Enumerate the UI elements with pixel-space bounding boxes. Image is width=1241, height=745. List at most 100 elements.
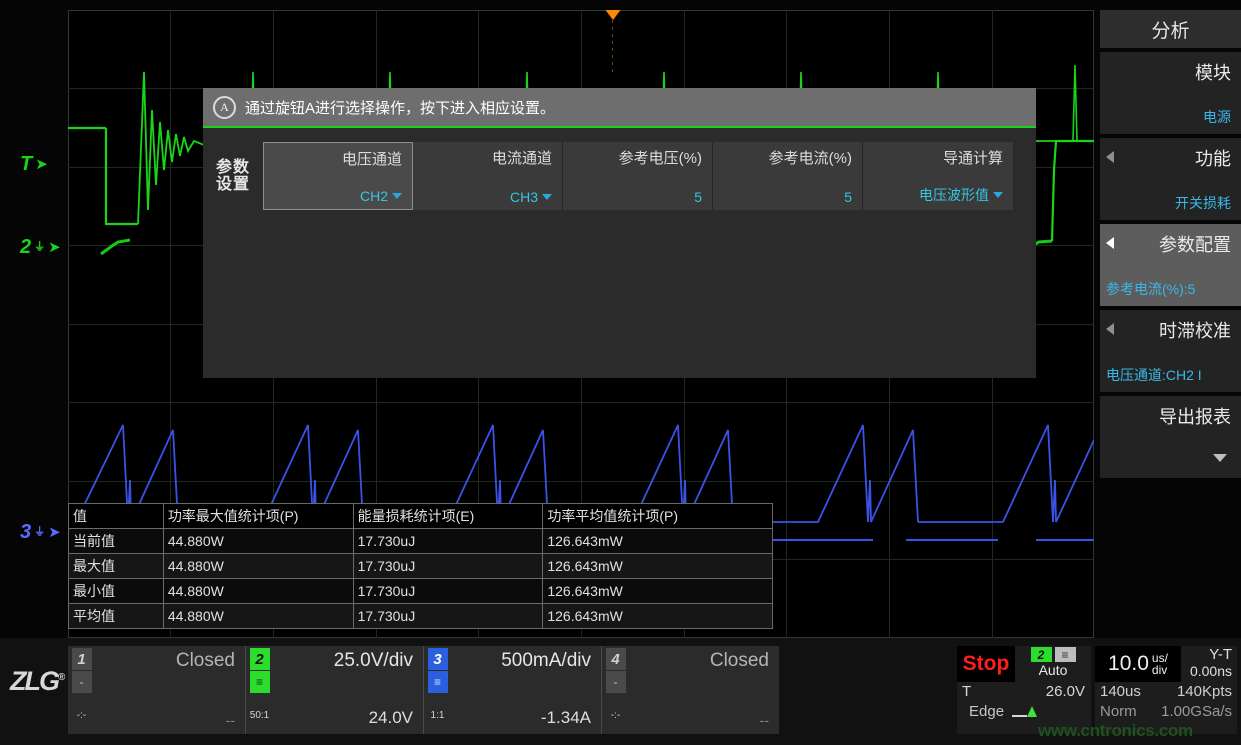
channel-1-coupling-icon[interactable]: - [72, 671, 92, 693]
sidebar-item-module[interactable]: 模块 电源 [1100, 52, 1241, 134]
trigger-level-label: T [962, 683, 971, 700]
trigger-position-marker[interactable] [604, 10, 622, 20]
timebase-scale[interactable]: 10.0 us/ div [1095, 646, 1181, 682]
trigger-coupling-badge[interactable]: ≡ [1055, 647, 1076, 662]
sidebar-item-label: 导出报表 [1159, 403, 1231, 429]
chevron-down-icon[interactable] [1213, 454, 1227, 462]
channel-block-4[interactable]: 4 - -:- Closed -- [602, 646, 779, 734]
channel-3-scale: 500mA/div [461, 650, 591, 672]
row-label: 平均值 [69, 604, 164, 629]
param-value[interactable]: 5 [694, 189, 702, 205]
trigger-type-row: Edge [957, 700, 1091, 720]
channel-4-scale: Closed [639, 650, 769, 672]
sidebar-item-label: 参数配置 [1159, 231, 1231, 257]
sidebar-item-value: 参考电流(%):5 [1106, 279, 1231, 299]
channel-2-probe-ratio: 50:1 [250, 710, 269, 721]
logo-text: ZLG [10, 666, 58, 696]
channel-4-coupling-icon[interactable]: - [606, 671, 626, 693]
logo-registered-mark: ® [58, 672, 65, 683]
display-mode[interactable]: Y-T [1209, 646, 1232, 663]
row-label: 最小值 [69, 579, 164, 604]
ch3-marker-label: 3 [20, 521, 31, 544]
channel-2-number[interactable]: 2 [250, 648, 270, 670]
channel-block-1[interactable]: 1 - -:- Closed -- [68, 646, 246, 734]
channel-3-number[interactable]: 3 [428, 648, 448, 670]
ch3-ground-marker[interactable]: 3 ⏚ ➤ [20, 521, 61, 544]
channel-4-probe-ratio: -:- [611, 710, 620, 721]
param-value[interactable]: 5 [844, 189, 852, 205]
chevron-down-icon[interactable] [993, 192, 1003, 198]
channel-block-2[interactable]: 2 ≡ 50:1 25.0V/div 24.0V [246, 646, 424, 734]
chevron-down-icon[interactable] [392, 193, 402, 199]
timebase-mode-column: Y-T 0.00ns [1181, 646, 1237, 682]
channel-1-probe-ratio: -:- [77, 710, 86, 721]
timebase-scale-value: 10.0 [1108, 652, 1149, 676]
horizontal-delay[interactable]: 0.00ns [1190, 663, 1232, 679]
ground-symbol-icon: ⏚ [34, 527, 45, 538]
zlg-logo: ZLG® [10, 666, 70, 706]
channel-3-coupling-icon[interactable]: ≡ [428, 671, 448, 693]
param-value-text: 5 [694, 189, 702, 205]
status-bar: ZLG® 1 - -:- Closed -- 2 ≡ 50:1 [0, 638, 1241, 745]
param-cell-voltage-channel[interactable]: 电压通道 CH2 [263, 142, 413, 210]
measurement-statistics-table[interactable]: 值 功率最大值统计项(P) 能量损耗统计项(E) 功率平均值统计项(P) 当前值… [68, 503, 773, 629]
channel-2-offset: 24.0V [283, 708, 413, 728]
arrow-right-icon: ➤ [35, 157, 48, 172]
param-cell-conduction-calc[interactable]: 导通计算 电压波形值 [863, 142, 1013, 210]
param-label: 导通计算 [943, 147, 1003, 168]
knob-hint-text: 通过旋钮A进行选择操作，按下进入相应设置。 [245, 97, 555, 118]
chevron-left-icon[interactable] [1106, 323, 1114, 335]
param-value-text: CH2 [360, 188, 388, 204]
channel-4-number[interactable]: 4 [606, 648, 626, 670]
channel-4-info: Closed -- [629, 646, 779, 734]
parameter-cells-row: 参数 设置 电压通道 CH2 电流通道 CH3 参考电压(%) [203, 142, 1013, 210]
channel-3-offset: -1.34A [461, 708, 591, 728]
sidebar-item-deskew[interactable]: 时滞校准 电压通道:CH2 I [1100, 310, 1241, 392]
sidebar-item-label: 时滞校准 [1159, 317, 1231, 343]
cell-power-max: 44.880W [163, 554, 353, 579]
channel-4-offset: -- [639, 712, 769, 728]
trigger-level-label: T [20, 153, 32, 176]
chevron-left-icon[interactable] [1106, 237, 1114, 249]
run-stop-status[interactable]: Stop [957, 646, 1015, 682]
trigger-sweep-mode[interactable]: Auto [1039, 662, 1068, 678]
param-cell-reference-voltage[interactable]: 参考电压(%) 5 [563, 142, 713, 210]
column-header: 功率最大值统计项(P) [163, 504, 353, 529]
sidebar-item-parameter-config[interactable]: 参数配置 参考电流(%):5 [1100, 224, 1241, 306]
channel-block-3[interactable]: 3 ≡ 1:1 500mA/div -1.34A [424, 646, 602, 734]
column-header: 能量损耗统计项(E) [353, 504, 543, 529]
sidebar-item-export-report[interactable]: 导出报表 [1100, 396, 1241, 478]
channel-2-coupling-icon[interactable]: ≡ [250, 671, 270, 693]
rising-edge-icon[interactable] [1012, 706, 1038, 718]
table-row: 最大值 44.880W 17.730uJ 126.643mW [69, 554, 773, 579]
ground-symbol-icon: ⏚ [34, 242, 45, 253]
acquisition-mode[interactable]: Norm [1100, 703, 1137, 720]
trigger-level-marker[interactable]: T ➤ [20, 153, 48, 176]
param-cell-reference-current[interactable]: 参考电流(%) 5 [713, 142, 863, 210]
chevron-down-icon[interactable] [542, 194, 552, 200]
param-value[interactable]: CH3 [510, 189, 552, 205]
param-title-line2: 设置 [216, 176, 250, 193]
row-label: 当前值 [69, 529, 164, 554]
knob-hint-bar: A 通过旋钮A进行选择操作，按下进入相应设置。 [203, 88, 1036, 126]
ch2-marker-label: 2 [20, 236, 31, 259]
ch2-ground-marker[interactable]: 2 ⏚ ➤ [20, 236, 61, 259]
trigger-drop-line [612, 20, 613, 76]
trigger-source-badge[interactable]: 2 [1031, 647, 1052, 662]
chevron-left-icon[interactable] [1106, 151, 1114, 163]
trigger-level-value[interactable]: 26.0V [1046, 683, 1085, 700]
channel-2-badges: 2 ≡ 50:1 [246, 646, 273, 734]
channel-4-badges: 4 - -:- [602, 646, 629, 734]
param-value-text: CH3 [510, 189, 538, 205]
channel-1-offset: -- [105, 712, 235, 728]
sidebar-item-function[interactable]: 功能 开关损耗 [1100, 138, 1241, 220]
timebase-scale-unit: us/ div [1152, 652, 1168, 676]
param-value[interactable]: CH2 [360, 188, 402, 204]
channel-1-number[interactable]: 1 [72, 648, 92, 670]
channel-2-info: 25.0V/div 24.0V [273, 646, 423, 734]
memory-depth[interactable]: 140Kpts [1177, 683, 1232, 700]
trigger-source-badges: 2 ≡ [1031, 647, 1076, 662]
param-value[interactable]: 电压波形值 [919, 185, 1003, 205]
param-cell-current-channel[interactable]: 电流通道 CH3 [413, 142, 563, 210]
trigger-type[interactable]: Edge [969, 703, 1004, 720]
